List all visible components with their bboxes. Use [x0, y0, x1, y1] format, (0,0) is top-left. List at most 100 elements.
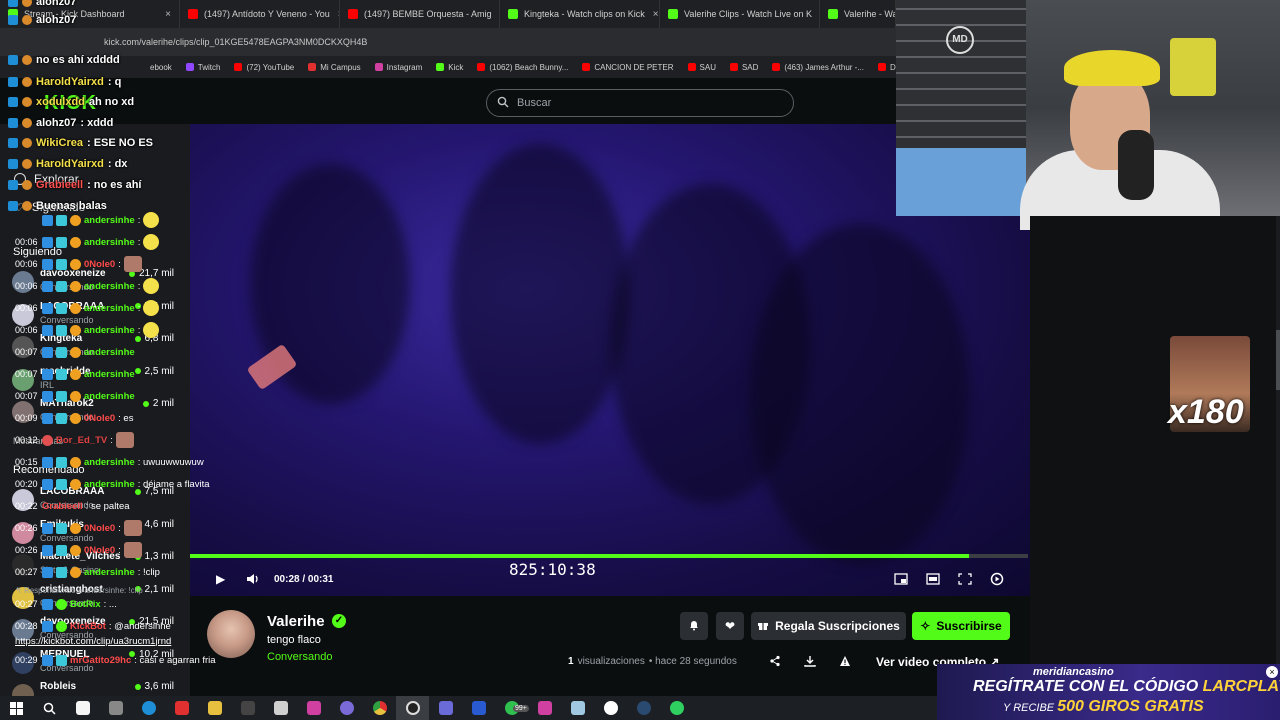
- bookmark-item[interactable]: SAD: [729, 63, 758, 72]
- tab-close-icon[interactable]: ×: [330, 9, 339, 20]
- chat-username[interactable]: andersinhe: [84, 391, 135, 402]
- tab-close-icon[interactable]: ×: [492, 9, 499, 20]
- chrome-browser-icon[interactable]: [363, 696, 396, 720]
- badge-icon: [56, 544, 67, 556]
- bookmark-item[interactable]: Instagram: [374, 63, 422, 72]
- steam-app-icon[interactable]: [627, 696, 660, 720]
- bookmark-item[interactable]: (72) YouTube: [234, 63, 294, 72]
- fullscreen-icon[interactable]: [958, 573, 972, 588]
- badge-icon: [42, 302, 53, 314]
- theater-mode-icon[interactable]: [926, 573, 940, 588]
- gift-subscriptions-button[interactable]: Regala Suscripciones: [751, 612, 906, 640]
- chat-username[interactable]: 0Nole0: [84, 259, 115, 270]
- chat-username[interactable]: 0Nole0: [84, 523, 115, 534]
- chat-username[interactable]: andersinhe: [84, 567, 135, 578]
- ad-close-icon[interactable]: ×: [1266, 666, 1278, 678]
- word-app-icon[interactable]: [462, 696, 495, 720]
- tab-close-icon[interactable]: ×: [157, 9, 171, 20]
- tab-close-icon[interactable]: ×: [812, 9, 819, 20]
- chat-username[interactable]: 0Nole0: [84, 545, 115, 556]
- overlay-username: alohz07: [36, 117, 77, 129]
- chat-username[interactable]: andersinhe: [84, 281, 135, 292]
- chat-username[interactable]: andersinhe: [84, 347, 135, 358]
- share-icon[interactable]: [769, 655, 781, 670]
- epic-games-icon[interactable]: [231, 696, 264, 720]
- chat-scrollbar-thumb[interactable]: [1276, 330, 1280, 390]
- badge-icon: [42, 324, 53, 336]
- red-app-icon[interactable]: [165, 696, 198, 720]
- play-icon[interactable]: ▶: [216, 572, 225, 586]
- chat-username[interactable]: andersinhe: [84, 479, 135, 490]
- circle-app-icon[interactable]: [594, 696, 627, 720]
- whatsapp-app-icon[interactable]: 99+: [495, 696, 529, 720]
- notepad-app-icon[interactable]: [561, 696, 594, 720]
- obs-app-icon[interactable]: [396, 696, 429, 720]
- app-icon[interactable]: [264, 696, 297, 720]
- spotify-app-icon[interactable]: [660, 696, 693, 720]
- game-app-icon[interactable]: [99, 696, 132, 720]
- bookmark-item[interactable]: CANCION DE PETER: [582, 63, 674, 72]
- discord-app-icon[interactable]: [330, 696, 363, 720]
- chat-emote: [123, 542, 142, 558]
- chat-username[interactable]: mrGatito29hc: [70, 655, 131, 666]
- chat-link[interactable]: https://kickbot.com/clip/ua3rucm1jrnd: [15, 636, 171, 647]
- chat-emote: [143, 322, 160, 338]
- badge-icon: [56, 390, 67, 402]
- chat-username[interactable]: Bor_Ed_TV: [56, 435, 107, 446]
- bookmark-item[interactable]: (463) James Arthur -...: [772, 63, 864, 72]
- chat-username[interactable]: andersinhe: [84, 325, 135, 336]
- chat-username[interactable]: andersinhe: [84, 303, 135, 314]
- taskbar-search-icon[interactable]: [33, 696, 66, 720]
- tab-close-icon[interactable]: ×: [645, 9, 659, 20]
- edge-browser-icon[interactable]: [132, 696, 165, 720]
- volume-icon[interactable]: [246, 572, 260, 589]
- browser-tab[interactable]: (1497) BEMBE Orquesta - Amig×: [340, 0, 500, 28]
- subscribe-button[interactable]: ✧ Suscribirse: [912, 612, 1010, 640]
- channel-name[interactable]: Valerihe: [267, 613, 325, 630]
- bookmark-item[interactable]: Twitch: [185, 63, 220, 72]
- chat-timestamp: 00:20: [15, 479, 38, 489]
- chat-username[interactable]: andersinhe: [84, 369, 135, 380]
- follow-heart-button[interactable]: ❤: [716, 612, 744, 640]
- pip-icon[interactable]: [894, 573, 908, 588]
- calendar-app-icon[interactable]: [66, 696, 99, 720]
- chat-username[interactable]: Grabieell: [42, 501, 83, 512]
- chat-username[interactable]: andersinhe: [84, 215, 135, 226]
- browser-tab[interactable]: Valerihe - Watch: [820, 0, 896, 28]
- chat-username[interactable]: andersinhe: [84, 237, 135, 248]
- clip-category[interactable]: Conversando: [267, 651, 332, 663]
- badge-icon: [22, 15, 32, 25]
- notification-bell-button[interactable]: [680, 612, 708, 640]
- browser-tab[interactable]: Kingteka - Watch clips on Kick ×: [500, 0, 660, 28]
- bookmark-item[interactable]: (1062) Beach Bunny...: [477, 63, 568, 72]
- browser-tab[interactable]: Valerihe Clips - Watch Live on K×: [660, 0, 820, 28]
- chat-username[interactable]: KickBot: [70, 621, 106, 632]
- video-progress-bar[interactable]: [190, 554, 1028, 558]
- bookmarks-bar: ebook Twitch (72) YouTube Mi Campus Instagra…: [0, 56, 907, 78]
- chat-username[interactable]: andersinhe: [84, 457, 135, 468]
- casino-ad-banner[interactable]: meridiancasino REGÍTRATE CON EL CÓDIGO L…: [937, 664, 1280, 720]
- bookmark-item[interactable]: Mi Campus: [308, 63, 361, 72]
- settings-gear-icon[interactable]: [990, 572, 1004, 589]
- report-warning-icon[interactable]: [839, 655, 851, 670]
- chat-message: 00:27 andersinhe: !clip: [15, 563, 160, 581]
- chat-scrollbar[interactable]: [1276, 216, 1280, 670]
- url-text[interactable]: kick.com/valerihe/clips/clip_01KGE5478EA…: [104, 37, 367, 47]
- bookmark-item[interactable]: Kick: [436, 63, 463, 72]
- chat-username[interactable]: 0Nole0: [84, 413, 115, 424]
- ad-line-2: Y RECIBE 500 GIROS GRATIS: [1003, 698, 1204, 715]
- bookmark-item[interactable]: ebook: [150, 63, 172, 72]
- calculator-app-icon[interactable]: [429, 696, 462, 720]
- badge-icon: [42, 412, 53, 424]
- pink-app-icon-2[interactable]: [528, 696, 561, 720]
- bookmark-item[interactable]: SAU: [687, 63, 716, 72]
- windows-start-icon[interactable]: [0, 696, 33, 720]
- download-icon[interactable]: [804, 655, 816, 670]
- file-explorer-icon[interactable]: [198, 696, 231, 720]
- address-bar[interactable]: kick.com/valerihe/clips/clip_01KGE5478EA…: [0, 28, 896, 56]
- search-input[interactable]: Buscar: [486, 89, 794, 117]
- chat-username[interactable]: BotRix: [70, 599, 101, 610]
- browser-tab[interactable]: (1497) Antídoto Y Veneno - You×: [180, 0, 340, 28]
- bookmark-favicon-icon: [477, 63, 486, 71]
- pink-app-icon[interactable]: [297, 696, 330, 720]
